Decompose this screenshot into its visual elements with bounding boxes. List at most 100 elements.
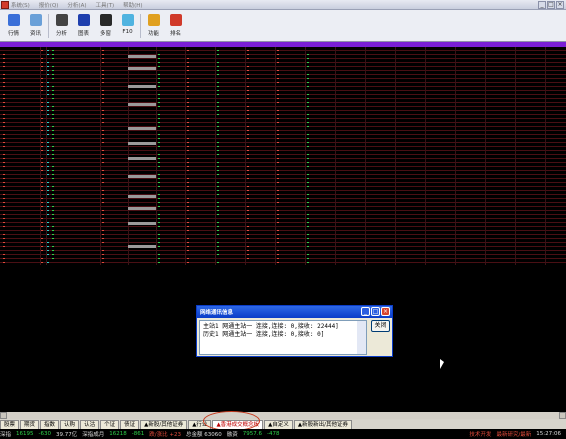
function-icon [147, 14, 160, 26]
grid-cell-mark [277, 178, 279, 179]
dialog-close-x-button[interactable]: × [381, 307, 390, 316]
market-tab-6[interactable]: 债证 [120, 420, 140, 429]
dialog-minimize-button[interactable]: _ [361, 307, 370, 316]
grid-cell-mark [247, 210, 249, 211]
grid-cell-mark [102, 250, 104, 251]
market-tab-8[interactable]: ▲行业 [188, 420, 212, 429]
grid-cell-mark [3, 138, 5, 139]
minimize-button[interactable]: _ [538, 1, 546, 9]
grid-cell-mark [307, 78, 309, 79]
toolbar-button-2[interactable]: 分析 [52, 10, 71, 41]
toolbar-button-label: 分析 [55, 31, 67, 37]
grid-cell-mark [47, 166, 49, 167]
grid-highlight-bar [128, 55, 156, 58]
dialog-window-controls: _ □ × [361, 307, 390, 316]
market-tab-2[interactable]: 指数 [40, 420, 60, 429]
grid-cell-mark [158, 98, 160, 99]
market-tab-0[interactable]: 股票 [0, 420, 20, 429]
grid-cell-mark [247, 66, 249, 67]
market-tab-5[interactable]: 个证 [100, 420, 120, 429]
toolbar-button-0[interactable]: 行情 [4, 10, 23, 41]
toolbar-button-1[interactable]: 资讯 [26, 10, 45, 41]
grid-cell-mark [187, 98, 189, 99]
market-tab-11[interactable]: ▲新股新出/其他证券 [293, 420, 352, 429]
app-icon [1, 1, 9, 9]
grid-cell-mark [187, 238, 189, 239]
dialog-close-button[interactable]: 关闭 [371, 320, 390, 332]
grid-cell-mark [102, 258, 104, 259]
grid-cell-mark [217, 174, 219, 175]
market-tab-3[interactable]: 认购 [60, 420, 80, 429]
dialog-maximize-button[interactable]: □ [371, 307, 380, 316]
toolbar-button-label: 行情 [7, 31, 19, 37]
dialog-scrollbar[interactable] [357, 321, 366, 354]
grid-cell-mark [3, 122, 5, 123]
grid-cell-mark [307, 98, 309, 99]
market-tab-10[interactable]: ▲自定义 [264, 420, 293, 429]
grid-cell-mark [52, 214, 54, 215]
grid-cell-mark [247, 194, 249, 195]
maximize-button[interactable]: □ [547, 1, 555, 9]
index1-name: 深指 [0, 432, 12, 438]
grid-cell-mark [3, 218, 5, 219]
status-bar: 深指 16195 -630 39.77亿 深指成月 16218 -861 跌/涨… [0, 429, 566, 439]
scroll-right-button[interactable] [559, 412, 566, 419]
grid-cell-mark [41, 90, 43, 91]
market-tab-9[interactable]: ▲香港成交概念板 [212, 420, 264, 429]
grid-cell-mark [41, 162, 43, 163]
close-button[interactable]: × [556, 1, 564, 9]
grid-cell-mark [47, 162, 49, 163]
grid-cell-mark [41, 262, 43, 263]
grid-cell-mark [3, 238, 5, 239]
grid-cell-mark [158, 94, 160, 95]
grid-cell-mark [247, 218, 249, 219]
grid-cell-mark [3, 62, 5, 63]
toolbar-button-7[interactable]: 排名 [166, 10, 185, 41]
menu-item-quote[interactable]: 报价(Q) [39, 1, 59, 9]
grid-column-separator [245, 47, 246, 265]
grid-cell-mark [187, 106, 189, 107]
grid-cell-mark [41, 206, 43, 207]
grid-highlight-bar [128, 222, 156, 225]
grid-cell-mark [217, 110, 219, 111]
grid-cell-mark [47, 234, 49, 235]
grid-column-separator [395, 47, 396, 265]
menu-item-analysis[interactable]: 分析(A) [67, 1, 86, 9]
grid-cell-mark [158, 82, 160, 83]
grid-cell-mark [41, 62, 43, 63]
grid-cell-mark [217, 50, 219, 51]
grid-highlight-bar [128, 127, 156, 130]
horizontal-scrollbar[interactable] [0, 412, 566, 419]
grid-cell-mark [41, 226, 43, 227]
toolbar-button-3[interactable]: 图表 [74, 10, 93, 41]
grid-cell-mark [52, 114, 54, 115]
grid-cell-mark [52, 78, 54, 79]
grid-cell-mark [217, 62, 219, 63]
grid-cell-mark [47, 50, 49, 51]
grid-cell-mark [247, 214, 249, 215]
toolbar-button-5[interactable]: F10 [118, 10, 137, 41]
toolbar-button-6[interactable]: 功能 [144, 10, 163, 41]
grid-cell-mark [3, 58, 5, 59]
grid-cell-mark [158, 242, 160, 243]
market-tab-4[interactable]: 认沽 [80, 420, 100, 429]
grid-cell-mark [52, 178, 54, 179]
menu-item-help[interactable]: 帮助(H) [123, 1, 142, 9]
market-tab-7[interactable]: ▲新股/其他证券 [140, 420, 188, 429]
menu-item-tools[interactable]: 工具(T) [95, 1, 114, 9]
grid-cell-mark [3, 166, 5, 167]
toolbar-button-4[interactable]: 多窗 [96, 10, 115, 41]
grid-cell-mark [47, 122, 49, 123]
grid-cell-mark [217, 90, 219, 91]
market-tab-1[interactable]: 期货 [20, 420, 40, 429]
grid-cell-mark [52, 126, 54, 127]
info-icon [29, 14, 42, 26]
grid-cell-mark [3, 214, 5, 215]
menu-item-system[interactable]: 系统(S) [11, 1, 30, 9]
grid-cell-mark [102, 82, 104, 83]
grid-cell-mark [41, 118, 43, 119]
grid-cell-mark [247, 50, 249, 51]
grid-cell-mark [47, 82, 49, 83]
scroll-left-button[interactable] [0, 412, 7, 419]
quote-grid[interactable] [0, 42, 566, 266]
